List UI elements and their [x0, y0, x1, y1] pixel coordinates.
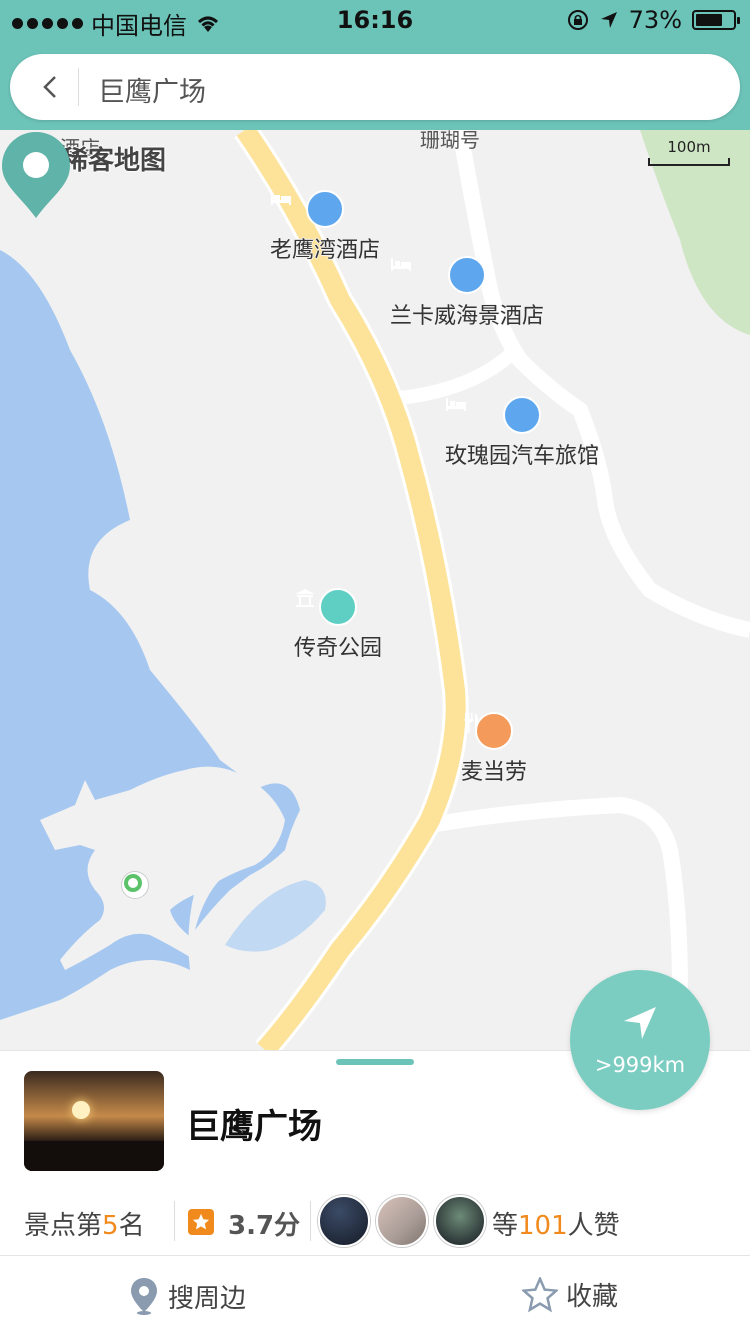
- brand-name: 稀客地图: [62, 145, 167, 176]
- divider: [310, 1201, 311, 1241]
- scale-bar: [648, 158, 730, 166]
- likes-suffix: 人赞: [567, 1211, 620, 1241]
- scale-label: 100m: [667, 138, 711, 156]
- chevron-left-icon: [43, 76, 56, 98]
- poi-label: 传奇公园: [294, 636, 383, 661]
- rank-suffix: 名: [118, 1211, 145, 1241]
- avatar[interactable]: [318, 1195, 370, 1247]
- current-place-dot: [122, 872, 148, 898]
- location-pin-icon[interactable]: [0, 130, 72, 220]
- poi-label: 玫瑰园汽车旅馆: [445, 444, 600, 469]
- header: 巨鹰广场: [0, 40, 750, 130]
- search-nearby-button[interactable]: 搜周边: [128, 1276, 246, 1316]
- restaurant-icon: [464, 712, 513, 750]
- place-title: 巨鹰广场: [186, 1107, 322, 1147]
- map-view[interactable]: 酒店 珊瑚号 稀客地图 100m 老鹰湾酒店 兰卡威海景酒店 玫瑰园汽车旅馆 传…: [0, 130, 750, 1050]
- avatar[interactable]: [434, 1195, 486, 1247]
- map-scale: 100m: [648, 138, 730, 166]
- poi-chuanqi-park[interactable]: 传奇公园: [294, 588, 382, 662]
- battery-percent: 73%: [628, 6, 682, 34]
- drag-handle[interactable]: [336, 1059, 414, 1065]
- back-button[interactable]: [28, 66, 72, 108]
- likes-prefix: 等: [492, 1211, 519, 1241]
- map-label-cut: 珊瑚号: [420, 130, 480, 152]
- place-score: 3.7分: [228, 1211, 301, 1241]
- poi-label: 兰卡威海景酒店: [390, 304, 545, 329]
- hotel-icon: [446, 396, 541, 434]
- place-thumbnail[interactable]: [24, 1071, 164, 1171]
- poi-label: 麦当劳: [461, 760, 528, 785]
- poi-label: 老鹰湾酒店: [270, 238, 381, 263]
- navigate-button[interactable]: >999km: [570, 970, 710, 1110]
- status-bar: 中国电信 16:16 73%: [0, 0, 750, 40]
- location-arrow-icon: [600, 12, 617, 28]
- location-marker-icon: [131, 1278, 157, 1315]
- hotel-icon: [271, 190, 344, 228]
- poi-meigui-motel[interactable]: 玫瑰园汽车旅馆: [445, 396, 599, 470]
- likes-count: 101: [518, 1211, 568, 1241]
- search-divider: [78, 68, 79, 106]
- poi-lankawei-hotel[interactable]: 兰卡威海景酒店: [390, 256, 544, 330]
- distance-label: >999km: [594, 1053, 686, 1077]
- avatar[interactable]: [376, 1195, 428, 1247]
- park-icon: [295, 588, 357, 626]
- search-bar[interactable]: 巨鹰广场: [10, 54, 740, 120]
- search-query[interactable]: 巨鹰广场: [98, 70, 206, 109]
- search-nearby-label: 搜周边: [168, 1283, 247, 1314]
- star-icon: [188, 1209, 214, 1235]
- star-outline-icon: [522, 1276, 558, 1312]
- poi-mcdonalds[interactable]: 麦当劳: [461, 712, 527, 786]
- rank-number: 5: [102, 1211, 119, 1241]
- battery-icon: [692, 10, 740, 30]
- action-bar: 搜周边 收藏: [0, 1255, 750, 1334]
- likes-summary[interactable]: 等101人赞: [492, 1205, 620, 1242]
- navigation-arrow-icon: [624, 1007, 656, 1039]
- hotel-icon: [391, 256, 486, 294]
- rotation-lock-icon: [567, 10, 588, 30]
- place-rank: 景点第5名: [24, 1205, 145, 1242]
- favorite-button[interactable]: 收藏: [522, 1276, 618, 1313]
- favorite-label: 收藏: [566, 1282, 619, 1312]
- divider: [174, 1201, 175, 1241]
- poi-laoyingwan-hotel[interactable]: 老鹰湾酒店: [270, 190, 380, 264]
- rank-prefix: 景点第: [24, 1211, 103, 1241]
